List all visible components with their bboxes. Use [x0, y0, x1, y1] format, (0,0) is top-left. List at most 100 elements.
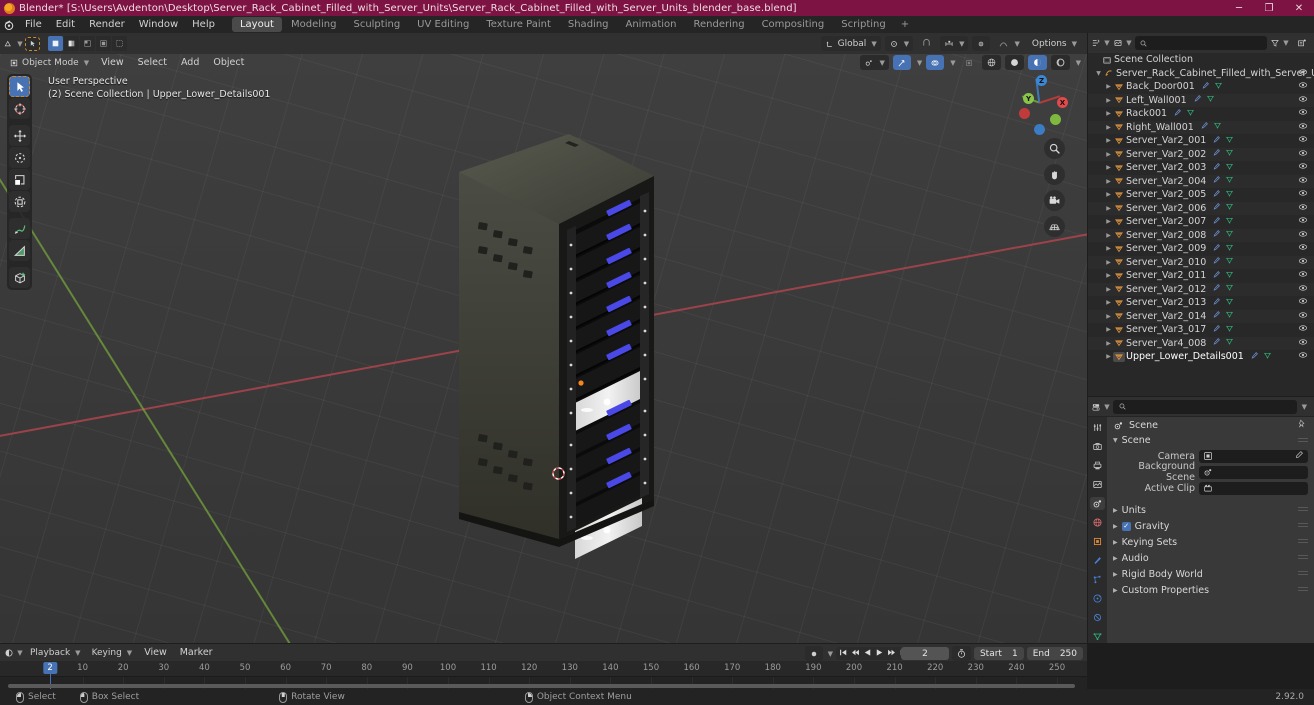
select-set-button[interactable] [48, 36, 63, 51]
zoom-icon[interactable] [1044, 138, 1065, 159]
select-invert-button[interactable] [96, 36, 111, 51]
gizmo-axis-neg-y[interactable] [1050, 114, 1061, 125]
visibility-eye-icon[interactable] [1298, 134, 1308, 147]
mesh-data-icon[interactable] [1225, 283, 1234, 295]
mesh-data-icon[interactable] [1225, 324, 1234, 336]
panel-drag-handle[interactable] [1298, 539, 1308, 545]
visibility-eye-icon[interactable] [1298, 80, 1308, 93]
timeline-editor-type-button[interactable]: ▼ [4, 645, 23, 660]
tab-sculpting[interactable]: Sculpting [345, 17, 408, 32]
eyedropper-icon[interactable] [1294, 450, 1304, 463]
tab-data-icon[interactable] [1090, 630, 1105, 643]
minimize-button[interactable]: ─ [1224, 0, 1254, 16]
gizmo-axis-z[interactable]: Z [1036, 75, 1047, 86]
gizmo-toggle[interactable] [892, 55, 911, 70]
panel-drag-handle[interactable] [1298, 507, 1308, 513]
tab-tool-icon[interactable] [1090, 421, 1105, 434]
visibility-eye-icon[interactable] [1298, 107, 1308, 120]
properties-scene-panel-header[interactable]: ▼ Scene [1107, 433, 1314, 448]
outliner-row-object[interactable]: ▶ Server_Var3_017 [1088, 323, 1314, 337]
visibility-eye-icon[interactable] [1298, 242, 1308, 255]
modifier-icon[interactable] [1212, 243, 1221, 255]
modifier-icon[interactable] [1212, 216, 1221, 228]
visibility-eye-icon[interactable] [1298, 350, 1308, 363]
visibility-eye-icon[interactable] [1298, 67, 1308, 80]
tab-viewlayer-icon[interactable] [1090, 478, 1105, 491]
proportional-edit-toggle[interactable] [972, 36, 991, 51]
snap-toggle[interactable] [917, 36, 936, 51]
background-scene-field[interactable] [1199, 465, 1308, 479]
play-icon[interactable] [874, 647, 885, 661]
outliner-row-object[interactable]: ▶ Left_Wall001 [1088, 93, 1314, 107]
tab-particles-icon[interactable] [1090, 573, 1105, 586]
disclosure-triangle[interactable]: ▶ [1113, 587, 1118, 594]
outliner-row-collection[interactable]: ▼ Server_Rack_Cabinet_Filled_with_Server… [1088, 67, 1314, 81]
snap-target-selector[interactable]: ▼ [940, 36, 969, 51]
mesh-data-icon[interactable] [1225, 310, 1234, 322]
modifier-icon[interactable] [1212, 202, 1221, 214]
gizmo-axis-neg-z[interactable] [1034, 124, 1045, 135]
timeline-menu-playback[interactable]: Playback ▼ [26, 645, 85, 660]
outliner-row-object[interactable]: ▶ Upper_Lower_Details001 [1088, 350, 1314, 364]
outliner-row-object[interactable]: ▶ Server_Var2_013 [1088, 296, 1314, 310]
tab-output-icon[interactable] [1090, 459, 1105, 472]
object-mode-selector[interactable]: Object Mode ▼ [5, 55, 93, 70]
add-workspace-button[interactable]: + [895, 17, 915, 32]
disclosure-triangle[interactable]: ▶ [1104, 151, 1113, 158]
disclosure-triangle[interactable]: ▶ [1104, 259, 1113, 266]
modifier-icon[interactable] [1212, 148, 1221, 160]
rotate-tool[interactable] [9, 147, 30, 168]
timeline-scrollbar[interactable] [8, 684, 1075, 688]
properties-section-header[interactable]: ▶ Audio [1107, 550, 1314, 566]
close-button[interactable]: ✕ [1284, 0, 1314, 16]
scale-tool[interactable] [9, 169, 30, 190]
outliner-row-object[interactable]: ▶ Server_Var2_011 [1088, 269, 1314, 283]
modifier-icon[interactable] [1212, 270, 1221, 282]
blender-menu-icon[interactable] [0, 16, 18, 33]
next-keyframe-icon[interactable] [886, 647, 897, 661]
shading-rendered-button[interactable] [1050, 55, 1070, 70]
visibility-eye-icon[interactable] [1298, 283, 1308, 296]
maximize-button[interactable]: ❐ [1254, 0, 1284, 16]
mesh-data-icon[interactable] [1225, 243, 1234, 255]
disclosure-triangle[interactable]: ▶ [1104, 97, 1113, 104]
outliner-row-scene-collection[interactable]: Scene Collection [1088, 53, 1314, 67]
disclosure-triangle[interactable]: ▶ [1104, 110, 1113, 117]
gizmo-axis-neg-x[interactable] [1019, 108, 1030, 119]
outliner-row-object[interactable]: ▶ Server_Var2_002 [1088, 147, 1314, 161]
modifier-icon[interactable] [1212, 337, 1221, 349]
timeline-playhead[interactable]: 2 [43, 662, 57, 674]
modifier-icon[interactable] [1212, 297, 1221, 309]
3d-viewport[interactable]: User Perspective (2) Scene Collection | … [0, 54, 1087, 643]
camera-icon[interactable] [1044, 190, 1065, 211]
tab-render-icon[interactable] [1090, 440, 1105, 453]
tab-rendering[interactable]: Rendering [685, 17, 752, 32]
viewport-menu-object[interactable]: Object [207, 57, 250, 68]
timeline-menu-marker[interactable]: Marker [175, 647, 218, 658]
properties-editor-type-button[interactable]: ▼ [1091, 399, 1110, 414]
overlays-toggle[interactable] [926, 55, 945, 70]
select-intersect-button[interactable] [112, 36, 127, 51]
hand-icon[interactable] [1044, 164, 1065, 185]
panel-drag-handle[interactable] [1298, 437, 1308, 444]
play-reverse-icon[interactable] [862, 647, 873, 661]
tab-scripting[interactable]: Scripting [833, 17, 893, 32]
disclosure-triangle[interactable]: ▶ [1104, 191, 1113, 198]
disclosure-triangle[interactable]: ▶ [1104, 137, 1113, 144]
disclosure-triangle[interactable]: ▶ [1104, 232, 1113, 239]
mesh-data-icon[interactable] [1225, 135, 1234, 147]
properties-section-header[interactable]: ▶ ✓ Gravity [1107, 518, 1314, 534]
panel-drag-handle[interactable] [1298, 555, 1308, 561]
properties-section-header[interactable]: ▶ Custom Properties [1107, 582, 1314, 598]
outliner-row-object[interactable]: ▶ Server_Var2_009 [1088, 242, 1314, 256]
menu-render[interactable]: Render [82, 16, 132, 33]
measure-tool[interactable] [9, 240, 30, 261]
proportional-falloff-selector[interactable]: ▼ [994, 36, 1023, 51]
modifier-icon[interactable] [1212, 310, 1221, 322]
menu-file[interactable]: File [18, 16, 49, 33]
timeline-menu-view[interactable]: View [139, 647, 172, 658]
xray-toggle[interactable] [960, 55, 978, 70]
mesh-data-icon[interactable] [1214, 81, 1223, 93]
timeline-menu-keying[interactable]: Keying ▼ [88, 645, 137, 660]
modifier-icon[interactable] [1173, 108, 1182, 120]
